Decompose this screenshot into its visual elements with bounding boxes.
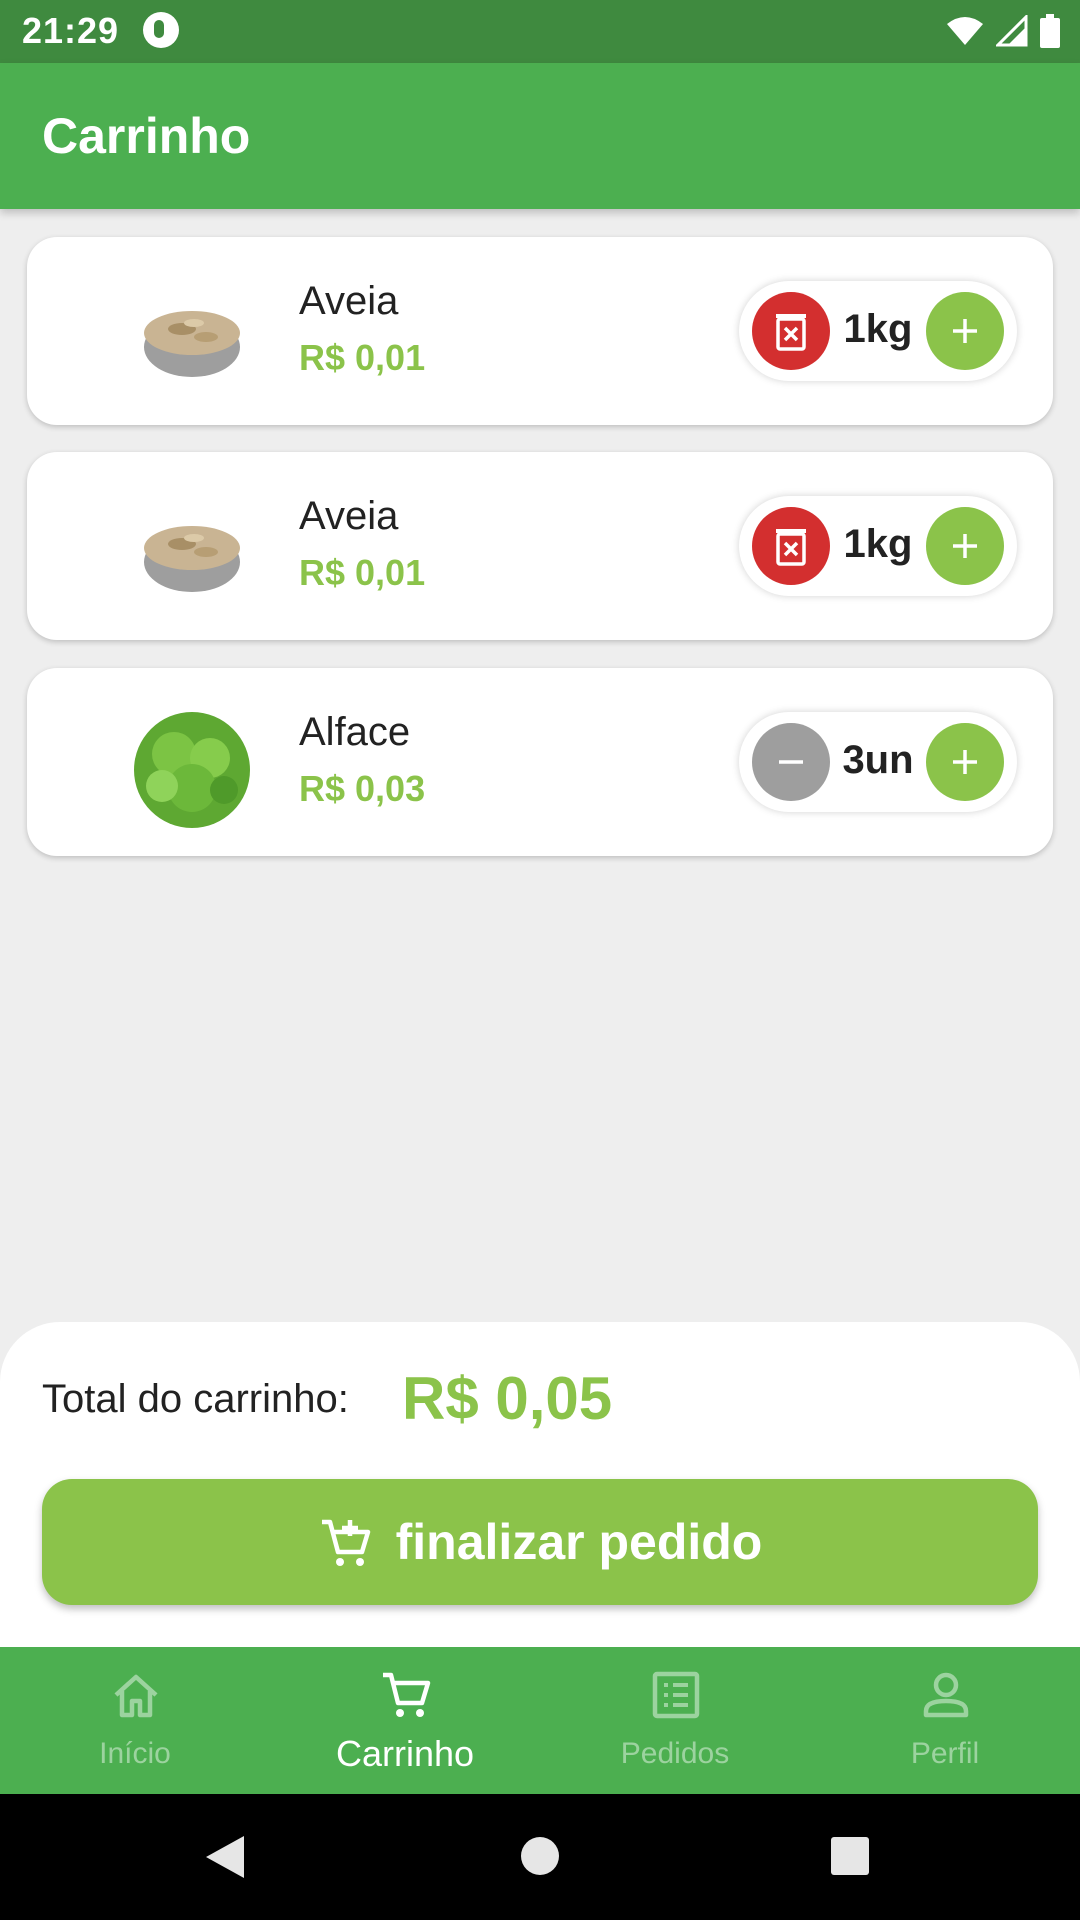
- item-name: Alface: [299, 710, 411, 754]
- quantity-value: 3un: [842, 738, 914, 782]
- profile-icon: [923, 1672, 969, 1718]
- battery-icon: [1040, 14, 1060, 48]
- nav-label: Pedidos: [620, 1737, 730, 1770]
- home-button-icon[interactable]: [520, 1836, 560, 1876]
- quantity-stepper: 3un: [739, 712, 1017, 812]
- plus-icon: [953, 534, 977, 558]
- plus-icon: [953, 750, 977, 774]
- nav-item-carrinho[interactable]: Carrinho: [270, 1647, 540, 1794]
- checkout-button[interactable]: finalizar pedido: [42, 1479, 1038, 1605]
- trash-icon: [776, 314, 806, 351]
- wifi-icon: [947, 17, 983, 45]
- oats-image: [144, 311, 240, 377]
- nav-item-perfil[interactable]: Perfil: [810, 1647, 1080, 1794]
- bottom-navigation: Início Carrinho Pedidos Perfil: [0, 1647, 1080, 1794]
- item-price: R$ 0,03: [299, 768, 426, 809]
- quantity-value: 1kg: [843, 307, 913, 351]
- increase-quantity-button[interactable]: [926, 723, 1004, 801]
- signal-icon: [996, 15, 1028, 47]
- quantity-stepper: 1kg: [739, 281, 1017, 381]
- item-name: Aveia: [299, 494, 399, 538]
- total-value: R$ 0,05: [402, 1365, 613, 1432]
- app-bar: Carrinho: [0, 63, 1080, 209]
- recents-icon[interactable]: [830, 1836, 870, 1876]
- cart-summary: Total do carrinho: R$ 0,05 finalizar ped…: [0, 1322, 1080, 1647]
- decrease-quantity-button[interactable]: [752, 723, 830, 801]
- nav-item-pedidos[interactable]: Pedidos: [540, 1647, 810, 1794]
- orders-icon: [652, 1671, 700, 1719]
- delete-item-button[interactable]: [752, 507, 830, 585]
- quantity-stepper: 1kg: [739, 496, 1017, 596]
- notification-app-icon: [143, 12, 179, 48]
- nav-label: Início: [99, 1737, 171, 1770]
- system-navigation-bar: [0, 1794, 1080, 1920]
- cart-item: Aveia R$ 0,01 1kg: [27, 452, 1053, 640]
- nav-label: Carrinho: [335, 1733, 475, 1774]
- cart-item: Aveia R$ 0,01 1kg: [27, 237, 1053, 425]
- trash-icon: [776, 529, 806, 566]
- status-icons: [946, 14, 1060, 48]
- total-label: Total do carrinho:: [42, 1377, 349, 1421]
- status-time: 21:29: [22, 10, 120, 51]
- quantity-value: 1kg: [843, 522, 913, 566]
- plus-icon: [953, 319, 977, 343]
- checkout-label: finalizar pedido: [395, 1514, 763, 1570]
- increase-quantity-button[interactable]: [926, 292, 1004, 370]
- add-cart-icon: [321, 1519, 370, 1566]
- minus-icon: [779, 760, 803, 764]
- item-price: R$ 0,01: [299, 552, 426, 593]
- oats-image: [144, 526, 240, 592]
- item-price: R$ 0,01: [299, 337, 426, 378]
- page-title: Carrinho: [42, 108, 251, 164]
- lettuce-image: [134, 712, 250, 828]
- nav-item-inicio[interactable]: Início: [0, 1647, 270, 1794]
- home-icon: [114, 1674, 158, 1718]
- cart-icon: [383, 1672, 431, 1717]
- item-name: Aveia: [299, 279, 399, 323]
- delete-item-button[interactable]: [752, 292, 830, 370]
- increase-quantity-button[interactable]: [926, 507, 1004, 585]
- cart-item: Alface R$ 0,03 3un: [27, 668, 1053, 856]
- back-icon[interactable]: [204, 1834, 246, 1880]
- status-bar: 21:29: [0, 0, 1080, 63]
- nav-label: Perfil: [910, 1737, 980, 1770]
